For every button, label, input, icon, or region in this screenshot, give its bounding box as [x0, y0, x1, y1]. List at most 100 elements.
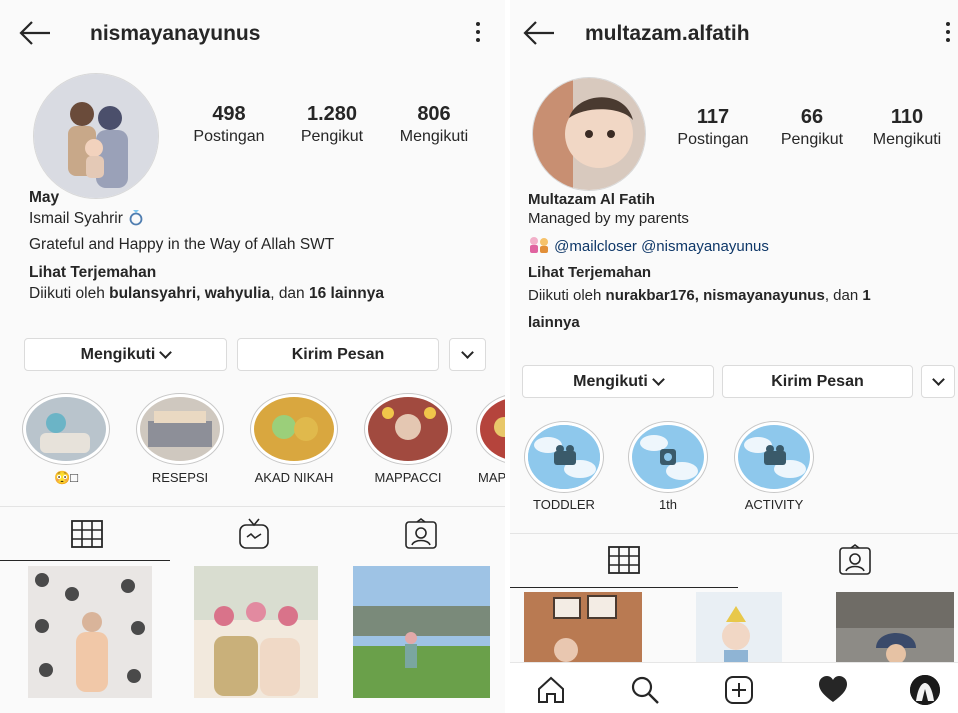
followed-mid: , dan — [824, 287, 863, 304]
bio-line-1: Managed by my parents — [528, 210, 689, 227]
message-button[interactable]: Kirim Pesan — [722, 365, 913, 398]
more-options-icon[interactable] — [474, 22, 482, 48]
top-bar: nismayanayunus — [0, 14, 505, 54]
highlight-1-label: 😳□ — [53, 470, 79, 485]
followed-prefix: Diikuti oleh — [528, 287, 606, 304]
see-translation-link[interactable]: Lihat Terjemahan — [29, 264, 156, 282]
stat-posts[interactable]: 117 Postingan — [670, 106, 756, 149]
mentions-link[interactable]: @mailcloser @nismayanayunus — [554, 238, 769, 255]
profile-avatar[interactable] — [532, 77, 646, 191]
active-tab-indicator — [510, 587, 738, 588]
grid-next-row — [0, 700, 505, 713]
bio-mentions[interactable]: @mailcloser @nismayanayunus — [528, 236, 769, 255]
profile-avatar-icon[interactable] — [910, 675, 940, 705]
profile-avatar[interactable] — [33, 73, 159, 199]
ring-icon — [129, 210, 143, 226]
highlight-2-image — [140, 397, 220, 461]
highlight-1th-label: 1th — [658, 497, 678, 512]
following-button-label: Mengikuti — [80, 345, 156, 363]
highlight-5-image — [480, 397, 505, 461]
chevron-down-icon — [461, 345, 474, 359]
profile-tabs — [510, 533, 958, 589]
home-icon[interactable] — [536, 675, 566, 705]
stat-following[interactable]: 806 Mengikuti — [390, 103, 478, 146]
stat-posts[interactable]: 498 Postingan — [186, 103, 272, 146]
post-tile-3[interactable] — [353, 566, 490, 698]
highlight-5[interactable] — [476, 393, 505, 465]
chevron-down-icon — [651, 372, 665, 386]
followed-prefix: Diikuti oleh — [29, 285, 110, 302]
stat-following[interactable]: 110 Mengikuti — [864, 106, 950, 149]
message-button-label: Kirim Pesan — [291, 345, 385, 363]
message-button[interactable]: Kirim Pesan — [237, 338, 439, 371]
top-bar: multazam.alfatih — [510, 14, 958, 54]
igtv-icon[interactable] — [238, 518, 270, 550]
post-tile-2[interactable] — [194, 566, 318, 698]
highlight-1th-cover — [632, 425, 704, 489]
search-icon[interactable] — [630, 675, 660, 705]
followed-users: nurakbar176, nismayanayunus — [605, 287, 825, 304]
more-options-icon[interactable] — [944, 22, 952, 48]
grid-icon[interactable] — [71, 520, 103, 548]
back-arrow-icon[interactable] — [522, 18, 556, 48]
post-tile-1[interactable] — [28, 566, 152, 698]
stat-followers[interactable]: 1.280 Pengikut — [290, 103, 374, 146]
post-tile-1[interactable] — [524, 592, 642, 662]
followed-mid: , dan — [270, 285, 309, 302]
profile-tabs — [0, 506, 505, 562]
followers-label: Pengikut — [780, 131, 844, 148]
chevron-down-icon — [931, 372, 945, 386]
followed-by-text[interactable]: Diikuti oleh nurakbar176, nismayanayunus… — [528, 287, 871, 304]
profile-username: nismayanayunus — [90, 22, 261, 45]
chevron-down-icon — [159, 345, 173, 359]
highlight-1-image — [26, 397, 106, 461]
highlight-2[interactable] — [136, 393, 224, 465]
highlight-3-image — [254, 397, 334, 461]
see-translation-link[interactable]: Lihat Terjemahan — [528, 264, 651, 281]
profile-name: May — [29, 189, 60, 206]
followers-count: 66 — [800, 106, 824, 128]
highlight-toddler-label: TODDLER — [533, 497, 595, 512]
highlight-activity-label: ACTIVITY — [744, 497, 804, 512]
profile-username: multazam.alfatih — [585, 22, 750, 45]
add-post-icon[interactable] — [724, 675, 754, 705]
bio-line-2: Grateful and Happy in the Way of Allah S… — [29, 236, 335, 253]
stat-followers[interactable]: 66 Pengikut — [772, 106, 852, 149]
tagged-icon[interactable] — [838, 544, 872, 576]
following-button[interactable]: Mengikuti — [522, 365, 714, 398]
suggested-accounts-button[interactable] — [449, 338, 486, 371]
highlight-3[interactable] — [250, 393, 338, 465]
tagged-icon[interactable] — [404, 518, 438, 550]
back-arrow-icon[interactable] — [18, 18, 52, 48]
followed-others: 1 — [862, 287, 871, 304]
posts-count: 117 — [696, 106, 730, 128]
screens-divider — [505, 0, 510, 713]
highlight-toddler-cover — [528, 425, 600, 489]
followed-by-text-continued: lainnya — [528, 314, 580, 331]
highlight-4[interactable] — [364, 393, 452, 465]
highlight-activity[interactable] — [734, 421, 814, 493]
active-tab-indicator — [0, 560, 170, 561]
post-tile-2[interactable] — [696, 592, 782, 662]
followers-label: Pengikut — [300, 128, 364, 145]
bio-line-1: Ismail Syahrir — [29, 208, 147, 228]
highlight-2-label: RESEPSI — [151, 470, 209, 485]
highlight-toddler[interactable] — [524, 421, 604, 493]
followers-count: 1.280 — [306, 103, 358, 125]
suggested-accounts-button[interactable] — [921, 365, 955, 398]
posts-label: Postingan — [677, 131, 749, 148]
following-button[interactable]: Mengikuti — [24, 338, 227, 371]
following-count: 806 — [417, 103, 451, 125]
following-button-label: Mengikuti — [573, 372, 648, 390]
highlight-4-label: MAPPACCI — [374, 470, 442, 485]
post-tile-3[interactable] — [836, 592, 954, 662]
followed-by-text[interactable]: Diikuti oleh bulansyahri, wahyulia, dan … — [29, 285, 384, 303]
highlight-1th[interactable] — [628, 421, 708, 493]
grid-icon[interactable] — [608, 546, 640, 574]
following-label: Mengikuti — [399, 128, 469, 145]
profile-screen-nismayanayunus: nismayanayunus 498 Postingan 1.280 Pengi… — [0, 0, 505, 713]
posts-label: Postingan — [193, 128, 265, 145]
message-button-label: Kirim Pesan — [771, 372, 864, 390]
highlight-1[interactable] — [22, 393, 110, 465]
heart-icon[interactable] — [818, 675, 848, 705]
